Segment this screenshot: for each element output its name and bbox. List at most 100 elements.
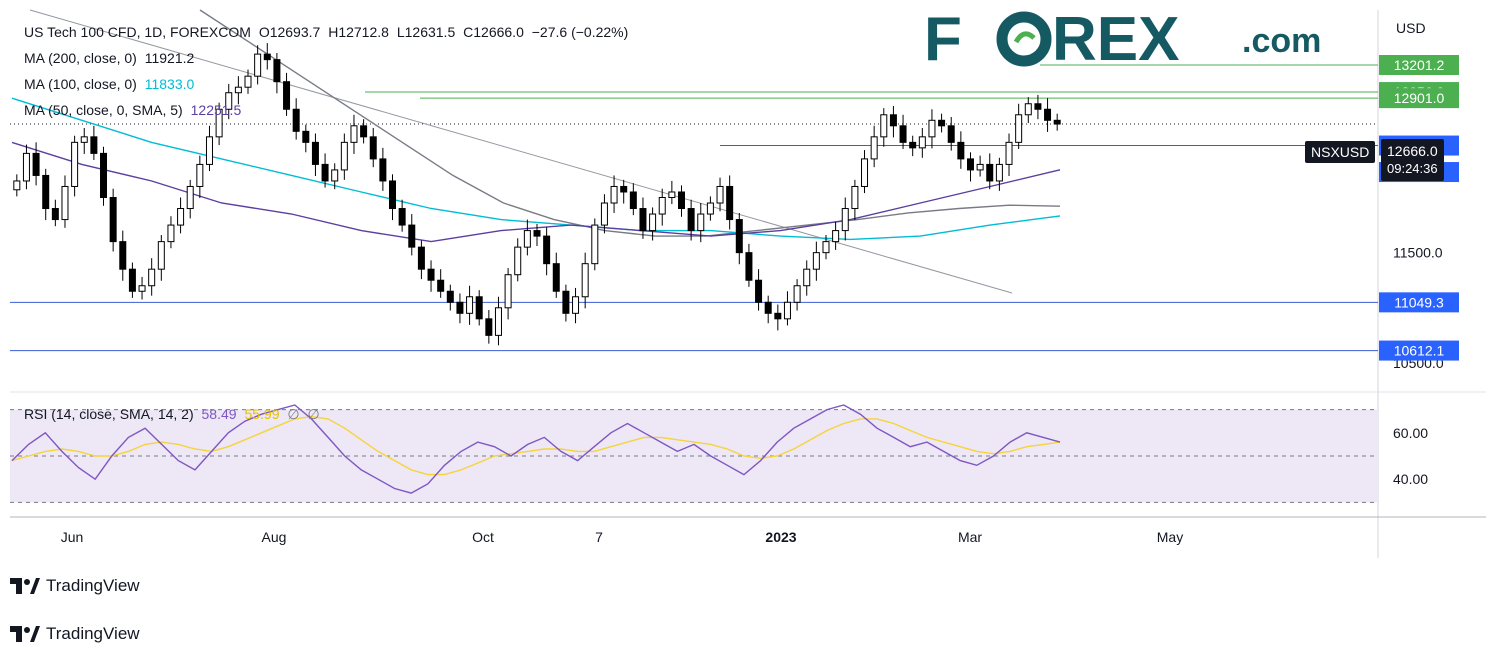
candle-body-63 — [620, 185, 628, 193]
tradingview-branding-1[interactable]: TradingView — [10, 576, 140, 596]
candle-body-106 — [1034, 103, 1042, 110]
ohlc-low: 12631.5 — [404, 24, 456, 40]
candle-body-78 — [764, 301, 772, 314]
candle-body-76 — [745, 252, 753, 281]
candle-body-4 — [51, 208, 59, 221]
candle-body-44 — [437, 279, 445, 292]
tradingview-label-1: TradingView — [46, 576, 140, 595]
candle-body-0 — [13, 180, 21, 191]
candle-body-60 — [591, 224, 599, 265]
candle-body-49 — [485, 318, 493, 336]
candle-body-64 — [629, 191, 637, 210]
rsi-na-2: ∅ — [307, 406, 320, 422]
candle-body-66 — [649, 213, 657, 232]
candle-body-89 — [870, 136, 878, 160]
candle-body-96 — [938, 119, 946, 127]
candle-body-3 — [42, 174, 50, 210]
ma100-legend[interactable]: MA (100, close, 0) 11833.0 — [24, 76, 194, 92]
level-tag-label-2: 12901.0 — [1394, 90, 1445, 106]
tradingview-label-2: TradingView — [46, 624, 140, 643]
candle-body-91 — [889, 114, 897, 127]
rsi-label: RSI (14, close, SMA, 14, 2) — [24, 406, 194, 422]
candle-body-18 — [186, 185, 194, 210]
ohlc-close-label: C — [463, 24, 474, 40]
level-tag-label-0: 13201.2 — [1394, 57, 1445, 73]
logo-o-ring — [996, 11, 1052, 67]
candle-body-98 — [957, 141, 965, 160]
ticker-price-tag: 12666.0 09:24:36 — [1381, 139, 1444, 181]
candle-body-70 — [687, 208, 695, 232]
candle-body-29 — [292, 108, 300, 132]
candle-body-68 — [668, 191, 676, 198]
ticker-countdown: 09:24:36 — [1387, 161, 1438, 176]
candle-body-45 — [446, 290, 454, 303]
chart-root: Jun Aug Oct 7 2023 Mar May 11500.0 10500.0 60.00… — [0, 0, 1486, 660]
ma100-label: MA (100, close, 0) — [24, 76, 137, 92]
candle-body-86 — [841, 208, 849, 232]
ohlc-low-label: L — [396, 24, 405, 40]
candle-body-27 — [273, 59, 281, 83]
rsi-na-1: ∅ — [287, 406, 300, 422]
candle-body-14 — [148, 268, 156, 287]
candle-body-93 — [909, 141, 917, 149]
candle-body-99 — [966, 158, 974, 171]
candle-body-36 — [360, 125, 368, 138]
candle-body-39 — [389, 180, 397, 210]
x-tick-7: 7 — [595, 529, 603, 545]
ma200-legend[interactable]: MA (200, close, 0) 11921.2 — [24, 50, 194, 66]
candle-body-35 — [350, 125, 358, 143]
candle-body-19 — [196, 163, 204, 187]
candle-body-100 — [976, 163, 984, 171]
candle-body-107 — [1044, 108, 1052, 121]
candle-body-51 — [504, 274, 512, 309]
forex-logo: F REX .com — [920, 4, 1360, 76]
time-axis[interactable]: Jun Aug Oct 7 2023 Mar May — [61, 529, 1184, 545]
rsi-value: 58.49 — [201, 406, 237, 422]
ma50-legend[interactable]: MA (50, close, 0, SMA, 5) 12251.5 — [24, 102, 241, 118]
candle-body-56 — [552, 263, 560, 292]
candle-body-54 — [533, 230, 541, 237]
x-tick-Jun: Jun — [61, 529, 84, 545]
candle-body-33 — [331, 169, 339, 182]
candle-body-88 — [861, 158, 869, 187]
symbol-legend[interactable]: US Tech 100 CFD, 1D, FOREXCOM O12693.7 H… — [24, 24, 628, 40]
ticker-symbol-tag: NSXUSD — [1305, 141, 1376, 163]
candle-body-59 — [581, 263, 589, 298]
candle-body-62 — [610, 185, 618, 204]
candle-body-55 — [543, 235, 551, 265]
candle-body-74 — [726, 185, 734, 221]
candle-body-25 — [254, 53, 262, 77]
rsi-legend[interactable]: RSI (14, close, SMA, 14, 2) 58.49 55.99 … — [24, 406, 320, 423]
candle-body-71 — [697, 213, 705, 232]
candle-body-34 — [340, 141, 348, 171]
tradingview-icon — [10, 578, 40, 594]
candle-body-103 — [1005, 141, 1013, 165]
candle-body-83 — [812, 252, 820, 270]
candle-body-30 — [302, 130, 310, 143]
candle-body-32 — [321, 163, 329, 182]
candle-body-41 — [408, 224, 416, 248]
tradingview-branding-2[interactable]: TradingView — [10, 624, 140, 644]
ma50-value: 12251.5 — [190, 102, 242, 118]
candle-body-43 — [427, 268, 435, 281]
candle-body-7 — [80, 136, 88, 143]
candle-body-48 — [475, 296, 483, 320]
candle-body-95 — [928, 119, 936, 138]
price-axis[interactable]: 11500.010500.060.0040.00 — [1393, 245, 1444, 488]
currency-label: USD — [1396, 20, 1426, 36]
candle-body-104 — [1015, 114, 1023, 143]
candle-body-52 — [514, 246, 522, 276]
candle-body-94 — [918, 136, 926, 149]
candle-body-5 — [61, 185, 69, 221]
x-tick-Oct: Oct — [472, 529, 494, 545]
candle-body-6 — [71, 141, 79, 187]
ohlc-high: 12712.8 — [338, 24, 389, 40]
logo-o-swoosh — [1013, 31, 1036, 44]
chart-canvas[interactable]: Jun Aug Oct 7 2023 Mar May 11500.010500.060.00… — [0, 0, 1486, 660]
y-tick-0: 11500.0 — [1393, 245, 1443, 261]
candle-body-40 — [398, 208, 406, 226]
ma200-label: MA (200, close, 0) — [24, 50, 137, 66]
x-tick-Aug: Aug — [262, 529, 287, 545]
candle-body-102 — [995, 163, 1003, 182]
candle-body-57 — [562, 290, 570, 314]
